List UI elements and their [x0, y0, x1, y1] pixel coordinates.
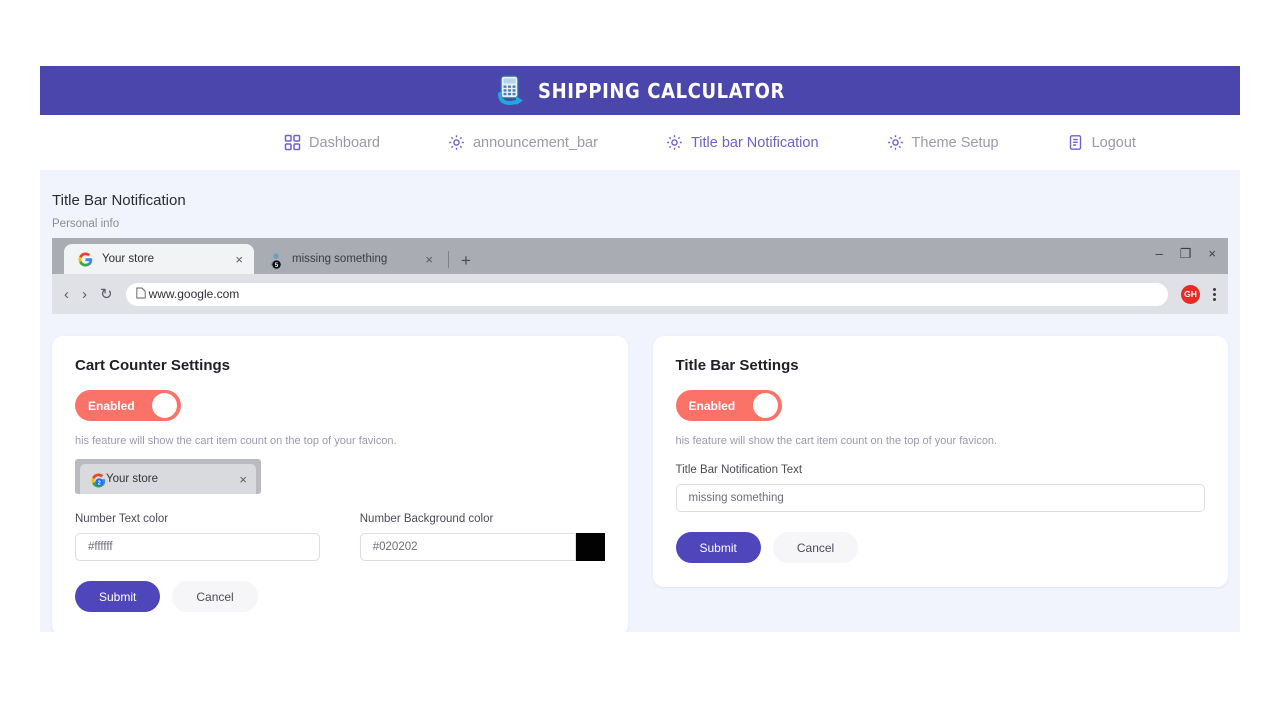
calculator-icon [495, 74, 529, 108]
maximize-icon[interactable]: ❐ [1180, 247, 1192, 260]
browser-preview: Your store × 5 missing something × + [52, 238, 1228, 314]
main-nav: Dashboard announcement_bar Title bar Not… [40, 115, 1240, 170]
reload-icon[interactable]: ↻ [100, 287, 113, 302]
window-controls: – ❐ × [1156, 247, 1216, 260]
color-fields-row: Number Text color #ffffff Number Backgro… [75, 513, 605, 561]
nav-item-theme-setup[interactable]: Theme Setup [853, 134, 1033, 151]
gear-icon [887, 134, 904, 151]
gear-icon [448, 134, 465, 151]
nav-item-dashboard[interactable]: Dashboard [250, 134, 414, 151]
toggle-label: Enabled [88, 399, 135, 413]
document-icon [1067, 134, 1084, 151]
nav-label-announcement-bar: announcement_bar [473, 135, 598, 151]
preview-tab: 2 Your store × [80, 464, 256, 494]
number-background-color-input[interactable]: #020202 [360, 533, 576, 561]
app-window: Shipping Calculator Dashboard [40, 66, 1240, 632]
browser-tabstrip: Your store × 5 missing something × + [52, 238, 1228, 274]
number-text-color-field: Number Text color #ffffff [75, 513, 320, 561]
preview-tab-title: Your store [106, 473, 238, 485]
settings-cards: Cart Counter Settings Enabled his featur… [40, 314, 1240, 632]
gear-icon [666, 134, 683, 151]
toggle-label: Enabled [689, 399, 736, 413]
color-swatch[interactable] [576, 533, 605, 561]
cart-counter-hint: his feature will show the cart item coun… [75, 435, 605, 447]
kebab-menu-icon[interactable] [1213, 288, 1216, 301]
title-bar-hint: his feature will show the cart item coun… [676, 435, 1206, 447]
page-icon [136, 287, 146, 302]
nav-item-title-bar-notification[interactable]: Title bar Notification [632, 134, 853, 151]
card-title: Title Bar Settings [676, 357, 1206, 374]
cart-counter-settings-card: Cart Counter Settings Enabled his featur… [52, 336, 628, 632]
page-title: Title Bar Notification [52, 192, 1228, 209]
back-icon[interactable]: ‹ [64, 287, 69, 302]
title-bar-settings-card: Title Bar Settings Enabled his feature w… [653, 336, 1229, 587]
title-bar-actions: Submit Cancel [676, 532, 1206, 563]
title-bar-enabled-toggle[interactable]: Enabled [676, 390, 782, 421]
brand: Shipping Calculator [495, 74, 785, 108]
nav-item-announcement-bar[interactable]: announcement_bar [414, 134, 632, 151]
submit-button[interactable]: Submit [676, 532, 761, 563]
cancel-button[interactable]: Cancel [773, 532, 858, 563]
section-header: Title Bar Notification Personal info [40, 170, 1240, 230]
url-input[interactable]: www.google.com [126, 283, 1168, 306]
google-icon: 2 [90, 472, 105, 487]
nav-item-logout[interactable]: Logout [1033, 134, 1170, 151]
browser-tab-title: Your store [102, 253, 226, 265]
svg-text:2: 2 [98, 480, 101, 486]
field-label: Number Text color [75, 513, 320, 525]
title-bar-notification-text-field: Title Bar Notification Text missing some… [676, 464, 1206, 512]
avatar[interactable]: GH [1181, 285, 1200, 304]
close-window-icon[interactable]: × [1208, 247, 1216, 260]
favicon-preview: 2 Your store × [75, 459, 261, 494]
nav-label-dashboard: Dashboard [309, 135, 380, 151]
browser-tab[interactable]: 5 missing something × [254, 244, 444, 274]
url-text: www.google.com [149, 287, 240, 301]
close-icon[interactable]: × [425, 253, 433, 266]
close-icon: × [239, 473, 247, 486]
page-subtitle: Personal info [52, 218, 1228, 230]
tab-separator [448, 251, 449, 268]
number-text-color-input[interactable]: #ffffff [75, 533, 320, 561]
close-icon[interactable]: × [235, 253, 243, 266]
browser-tab-title: missing something [292, 253, 416, 265]
toggle-knob [152, 393, 177, 418]
title-bar-notification-text-input[interactable]: missing something [676, 484, 1206, 512]
field-label: Number Background color [360, 513, 605, 525]
submit-button[interactable]: Submit [75, 581, 160, 612]
browser-tab[interactable]: Your store × [64, 244, 254, 274]
field-label: Title Bar Notification Text [676, 464, 1206, 476]
forward-icon[interactable]: › [82, 287, 87, 302]
app-header: Shipping Calculator [40, 66, 1240, 115]
minimize-icon[interactable]: – [1156, 247, 1163, 260]
grid-icon [284, 134, 301, 151]
cart-counter-enabled-toggle[interactable]: Enabled [75, 390, 181, 421]
toggle-knob [753, 393, 778, 418]
nav-label-logout: Logout [1092, 135, 1136, 151]
nav-label-theme-setup: Theme Setup [912, 135, 999, 151]
brand-title: Shipping Calculator [538, 79, 785, 103]
nav-label-title-bar-notification: Title bar Notification [691, 135, 819, 151]
browser-toolbar: ‹ › ↻ www.google.com GH [52, 274, 1228, 314]
cancel-button[interactable]: Cancel [172, 581, 257, 612]
card-title: Cart Counter Settings [75, 357, 605, 374]
number-background-color-field: Number Background color #020202 [360, 513, 605, 561]
google-icon [78, 252, 93, 267]
person-icon: 5 [268, 252, 283, 267]
cart-counter-actions: Submit Cancel [75, 581, 605, 612]
new-tab-button[interactable]: + [461, 252, 471, 269]
